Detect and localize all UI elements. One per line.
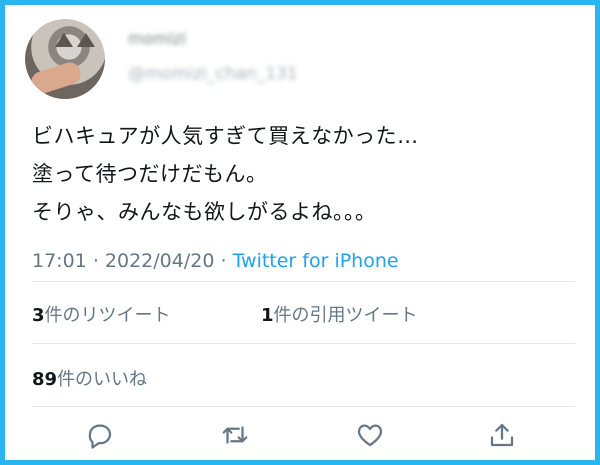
- share-button[interactable]: [485, 418, 519, 452]
- tweet-line: ビハキュアが人気すぎて買えなかった…: [32, 124, 419, 148]
- retweet-count-label: 件のリツイート: [44, 305, 171, 326]
- divider: [32, 406, 575, 407]
- tweet-date[interactable]: 2022/04/20: [105, 250, 215, 272]
- reply-icon: [88, 424, 112, 449]
- tweet-source[interactable]: Twitter for iPhone: [233, 250, 399, 272]
- tweet-text: ビハキュアが人気すぎて買えなかった… 塗って待つだけだもん。 そりゃ、みんなも欲…: [32, 117, 577, 231]
- tweet-time[interactable]: 17:01: [32, 250, 87, 272]
- share-icon: [490, 423, 514, 447]
- divider: [32, 281, 575, 282]
- tweet-meta: 17:01 · 2022/04/20 · Twitter for iPhone: [32, 250, 399, 272]
- quote-count[interactable]: 1件の引用ツイート: [261, 301, 418, 327]
- tweet-line: 塗って待つだけだもん。: [32, 162, 268, 186]
- like-count-label: 件のいいね: [57, 369, 148, 390]
- retweet-icon: [222, 426, 248, 444]
- user-handle[interactable]: @momizi_chan_131: [128, 64, 298, 84]
- cat-ear: [77, 33, 95, 47]
- divider: [32, 343, 575, 344]
- hand: [28, 59, 84, 97]
- quote-count-label: 件の引用ツイート: [273, 305, 418, 326]
- cat-ear: [55, 33, 73, 47]
- avatar[interactable]: [25, 19, 105, 99]
- retweet-count-value: 3: [32, 305, 45, 326]
- like-count-value: 89: [32, 369, 58, 390]
- like-count[interactable]: 89件のいいね: [32, 365, 147, 391]
- reply-button[interactable]: [83, 418, 117, 452]
- tweet-line: そりゃ、みんなも欲しがるよね。。。: [32, 200, 377, 224]
- meta-separator: ·: [220, 250, 233, 272]
- retweet-button[interactable]: [218, 418, 252, 452]
- meta-separator: ·: [92, 250, 105, 272]
- like-icon: [357, 424, 383, 447]
- retweet-count[interactable]: 3件のリツイート: [32, 301, 171, 327]
- like-button[interactable]: [353, 418, 387, 452]
- tweet-card: momizi @momizi_chan_131 ビハキュアが人気すぎて買えなかっ…: [5, 5, 595, 460]
- quote-count-value: 1: [261, 305, 274, 326]
- user-name[interactable]: momizi: [128, 29, 186, 48]
